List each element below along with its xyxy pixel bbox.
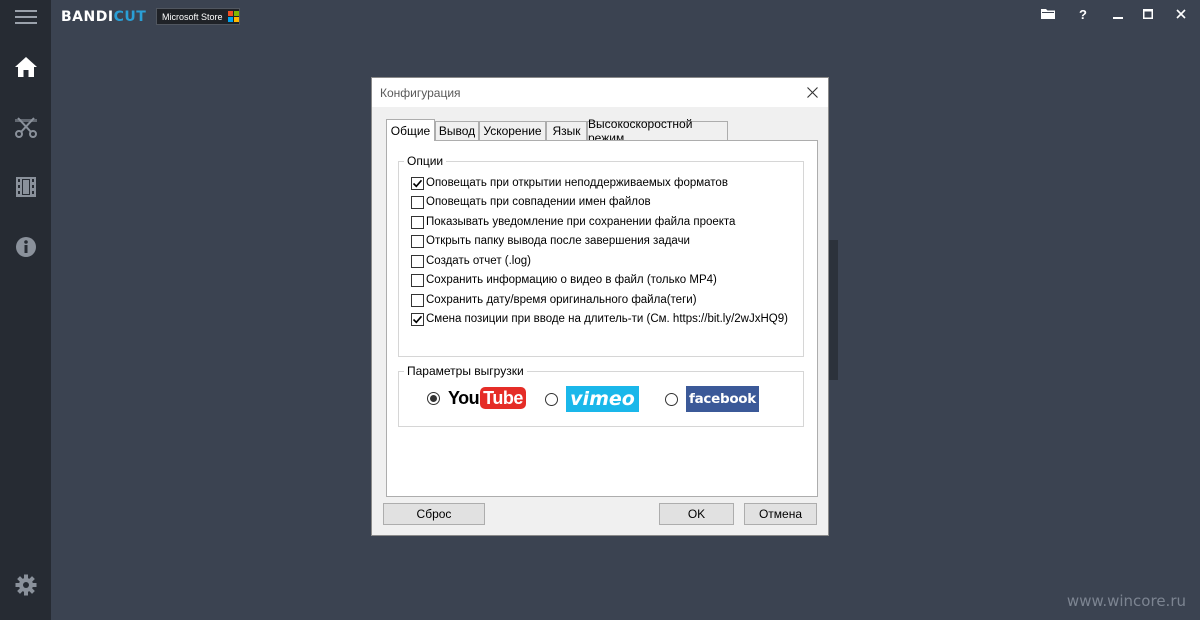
- title-bar: BANDICUT Microsoft Store ?: [51, 0, 1200, 34]
- configuration-dialog: Конфигурация Общие Вывод Ускорение Язык …: [371, 77, 829, 536]
- sidebar: [0, 0, 51, 620]
- close-icon: [806, 86, 818, 98]
- option-label: Создать отчет (.log): [426, 255, 531, 267]
- microsoft-store-badge: Microsoft Store: [156, 8, 240, 25]
- watermark: www.wincore.ru: [1066, 592, 1186, 610]
- ok-button[interactable]: OK: [659, 503, 734, 525]
- tab-output[interactable]: Вывод: [435, 121, 479, 140]
- sidebar-item-info[interactable]: [0, 222, 51, 272]
- option-label: Оповещать при открытии неподдерживаемых …: [426, 177, 728, 189]
- option-label: Смена позиции при вводе на длитель-ти (С…: [426, 313, 788, 325]
- option-label: Показывать уведомление при сохранении фа…: [426, 216, 736, 228]
- option-save-video-info[interactable]: Сохранить информацию о видео в файл (тол…: [411, 272, 717, 288]
- maximize-button[interactable]: [1138, 5, 1158, 23]
- youtube-logo: You Tube: [448, 386, 526, 410]
- facebook-logo: facebook: [686, 386, 759, 412]
- dialog-close-button[interactable]: [803, 83, 821, 101]
- upload-option-vimeo[interactable]: vimeo: [545, 386, 639, 412]
- checkbox[interactable]: [411, 293, 424, 307]
- checkmark-icon: [412, 179, 423, 187]
- windows-logo-icon: [227, 11, 239, 22]
- checkmark-icon: [412, 315, 423, 323]
- upload-legend: Параметры выгрузки: [404, 364, 527, 378]
- film-icon: [15, 177, 36, 197]
- tab-language[interactable]: Язык: [546, 121, 587, 140]
- cut-icon: [14, 117, 37, 138]
- tab-acceleration[interactable]: Ускорение: [479, 121, 546, 140]
- dialog-titlebar: Конфигурация: [372, 78, 828, 107]
- folder-button[interactable]: [1038, 5, 1058, 23]
- reset-button[interactable]: Сброс: [383, 503, 485, 525]
- sidebar-item-cut[interactable]: [0, 102, 51, 152]
- option-label: Сохранить информацию о видео в файл (тол…: [426, 274, 717, 286]
- dialog-title: Конфигурация: [380, 86, 461, 100]
- home-icon: [14, 57, 37, 77]
- options-legend: Опции: [404, 154, 447, 168]
- option-label: Сохранить дату/время оригинального файла…: [426, 294, 697, 306]
- checkbox[interactable]: [411, 195, 424, 209]
- radio-button[interactable]: [545, 392, 558, 406]
- minimize-button[interactable]: [1108, 5, 1128, 23]
- radio-button[interactable]: [427, 391, 440, 405]
- checkbox[interactable]: [411, 215, 424, 229]
- app-logo: BANDICUT: [61, 9, 147, 25]
- tab-high-speed-mode[interactable]: Высокоскоростной режим: [587, 117, 728, 145]
- cancel-button[interactable]: Отмена: [744, 503, 817, 525]
- vimeo-logo: vimeo: [566, 386, 639, 412]
- option-warn-unsupported-formats[interactable]: Оповещать при открытии неподдерживаемых …: [411, 175, 728, 191]
- checkbox[interactable]: [411, 176, 424, 190]
- option-open-output-folder[interactable]: Открыть папку вывода после завершения за…: [411, 233, 690, 249]
- option-position-change-on-input[interactable]: Смена позиции при вводе на длитель-ти (С…: [411, 311, 788, 327]
- close-icon: [1176, 9, 1186, 19]
- option-label: Открыть папку вывода после завершения за…: [426, 235, 690, 247]
- sidebar-item-settings[interactable]: [0, 560, 51, 610]
- checkbox[interactable]: [411, 273, 424, 287]
- store-badge-label: Microsoft Store: [162, 11, 223, 22]
- upload-option-youtube[interactable]: You Tube: [427, 386, 526, 410]
- option-save-original-datetime[interactable]: Сохранить дату/время оригинального файла…: [411, 292, 697, 308]
- tab-general[interactable]: Общие: [386, 119, 435, 141]
- folder-icon: [1041, 9, 1055, 19]
- upload-option-facebook[interactable]: facebook: [665, 386, 759, 412]
- background-panel: [829, 240, 838, 380]
- options-group: Опции Оповещать при открытии неподдержив…: [398, 154, 804, 357]
- sidebar-item-home[interactable]: [0, 42, 51, 92]
- info-icon: [15, 237, 36, 257]
- option-label: Оповещать при совпадении имен файлов: [426, 196, 651, 208]
- minimize-icon: [1113, 17, 1123, 19]
- option-warn-duplicate-names[interactable]: Оповещать при совпадении имен файлов: [411, 194, 651, 210]
- upload-settings-group: Параметры выгрузки You Tube vimeo faceboo…: [398, 364, 804, 427]
- sidebar-item-film[interactable]: [0, 162, 51, 212]
- general-tab-panel: Опции Оповещать при открытии неподдержив…: [386, 140, 818, 497]
- option-notify-project-save[interactable]: Показывать уведомление при сохранении фа…: [411, 214, 735, 230]
- checkbox[interactable]: [411, 254, 424, 268]
- help-button[interactable]: ?: [1073, 5, 1093, 23]
- checkbox[interactable]: [411, 312, 424, 326]
- menu-icon[interactable]: [0, 0, 51, 34]
- help-icon: ?: [1079, 6, 1087, 22]
- option-create-log[interactable]: Создать отчет (.log): [411, 253, 531, 269]
- checkbox[interactable]: [411, 234, 424, 248]
- maximize-icon: [1143, 9, 1153, 19]
- gear-icon: [15, 574, 36, 596]
- close-button[interactable]: [1171, 5, 1191, 23]
- radio-button[interactable]: [665, 392, 678, 406]
